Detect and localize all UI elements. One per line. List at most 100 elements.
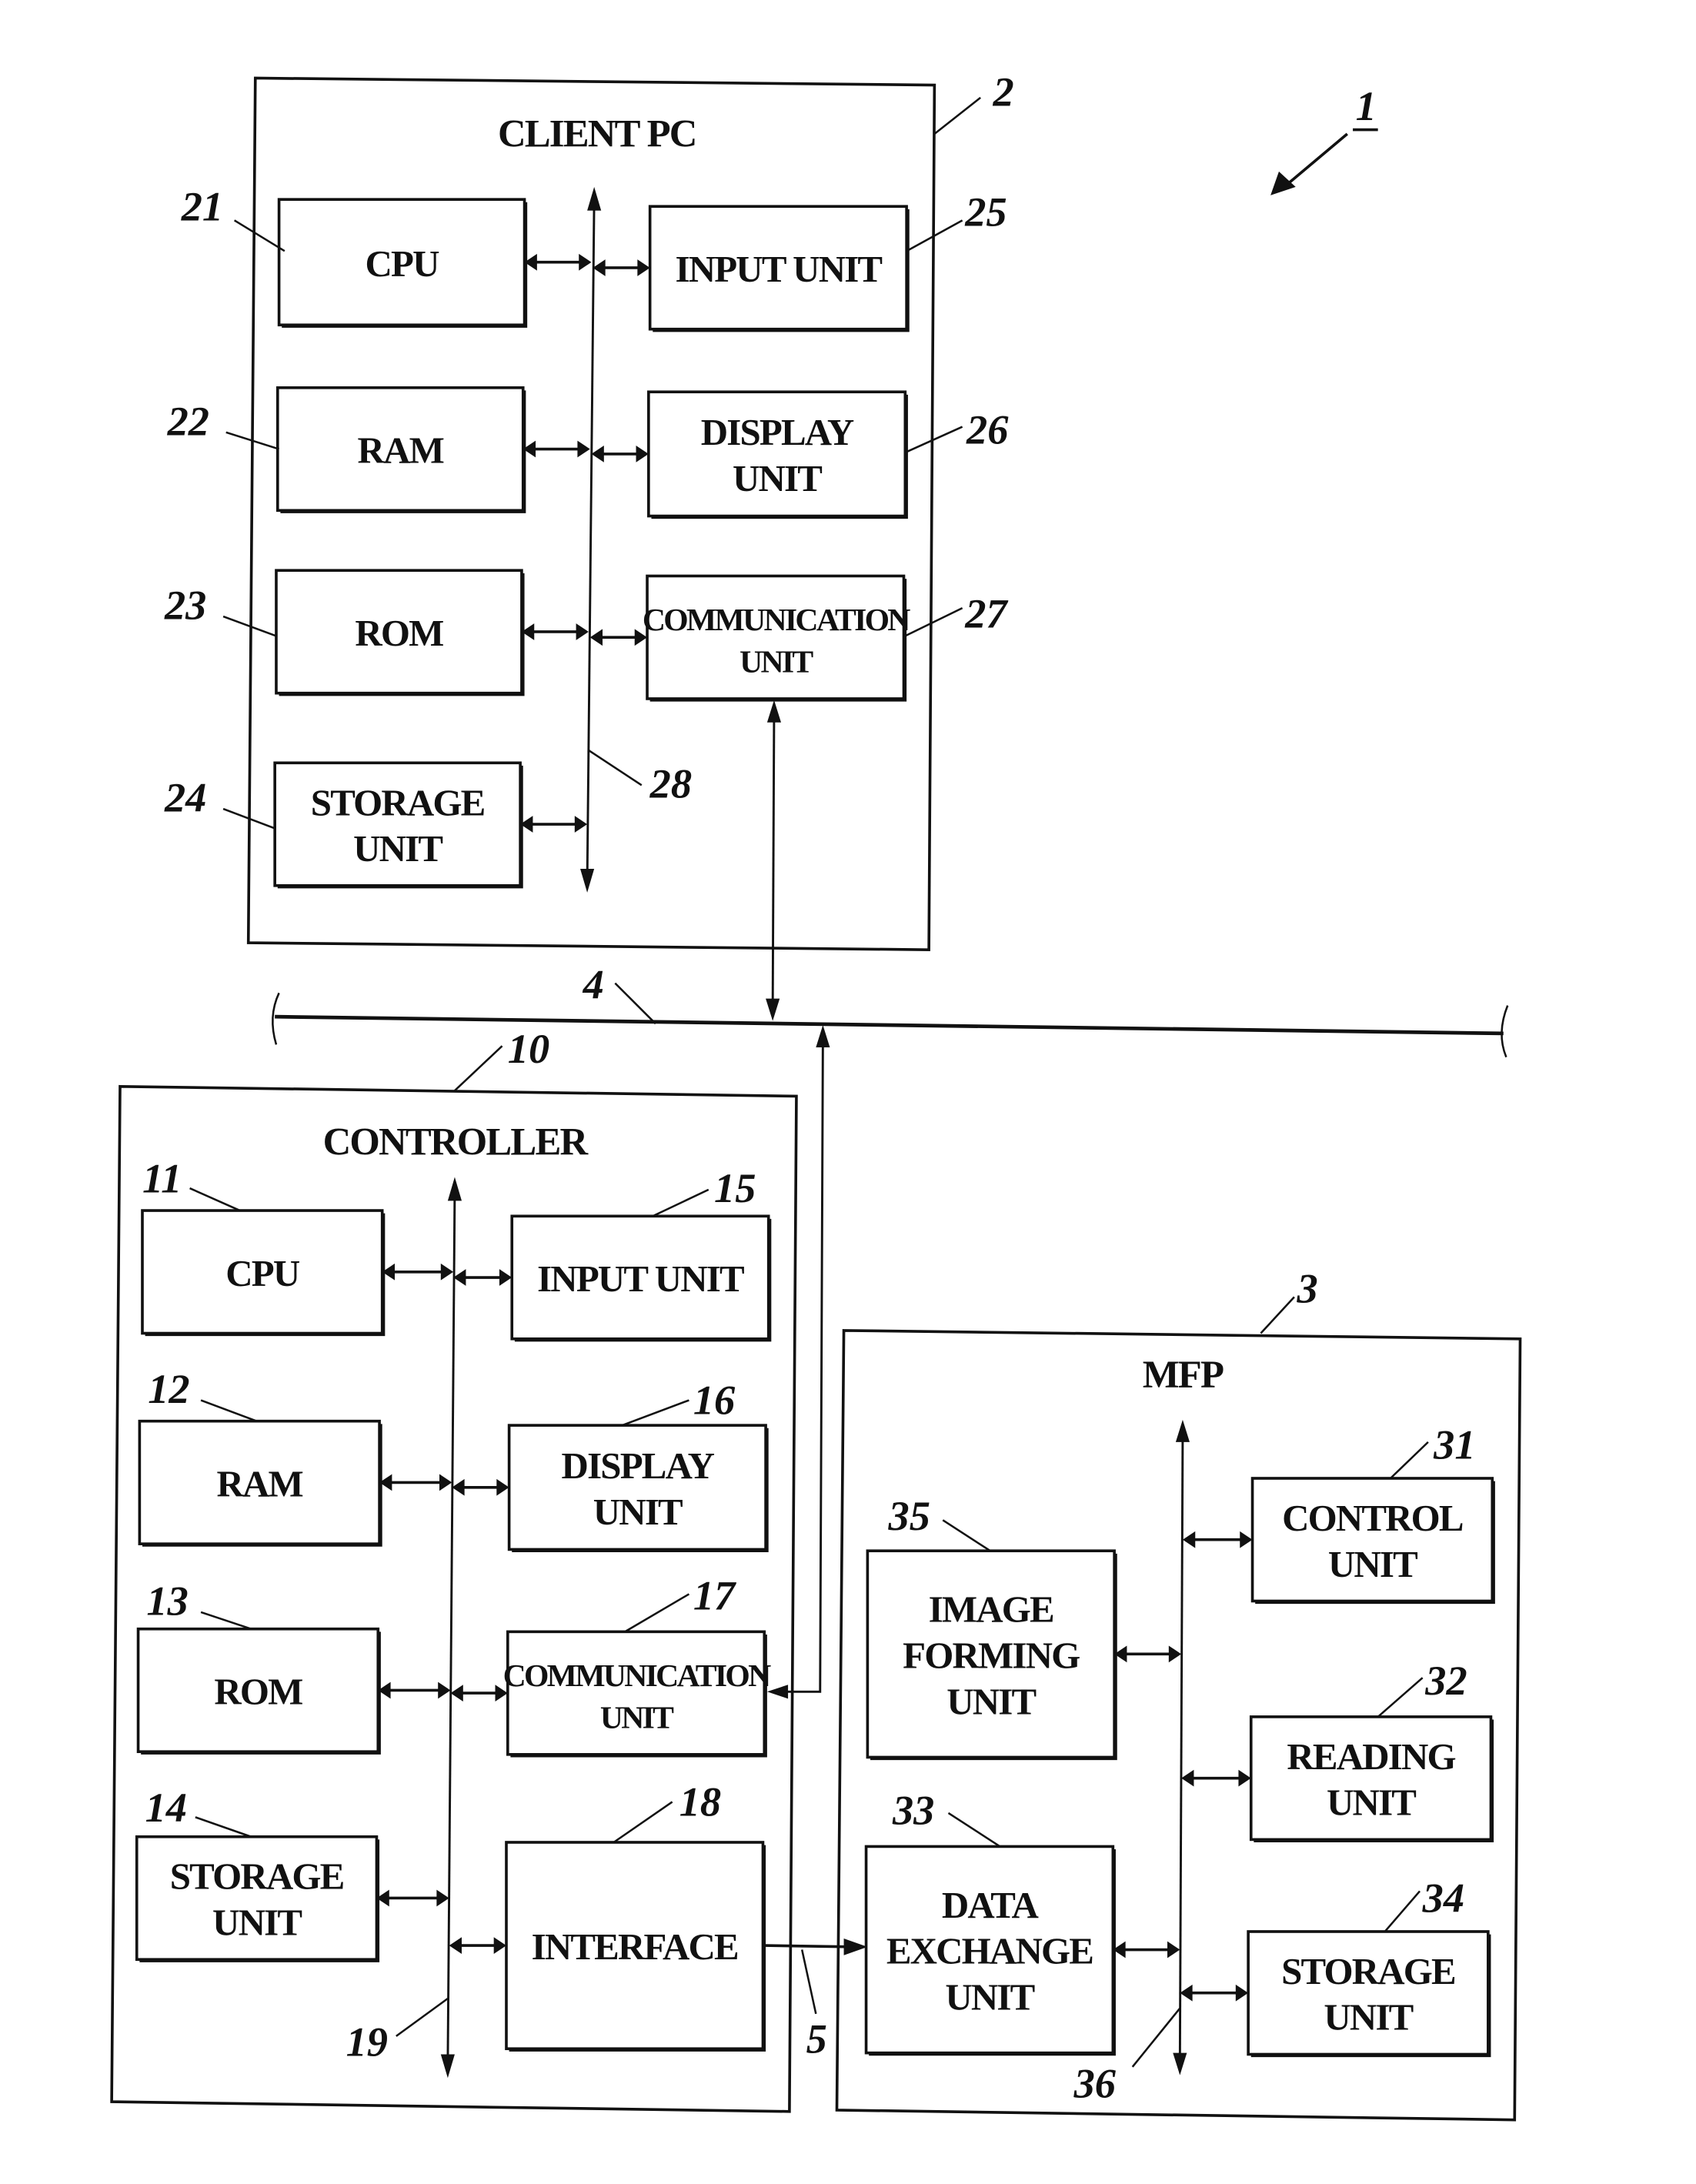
arrow-left-icon bbox=[589, 629, 603, 646]
block-label: STORAGE bbox=[311, 781, 485, 823]
block-label: INTERFACE bbox=[532, 1925, 738, 1968]
block-ref-leader bbox=[200, 1611, 252, 1630]
unit-boxes: CPU21RAM22ROM23STORAGEUNIT24INPUT UNIT25… bbox=[135, 183, 1495, 2058]
bus-arrow-up-icon bbox=[1175, 1419, 1190, 1442]
client-pc-bus-leader bbox=[588, 749, 643, 786]
block-label: ROM bbox=[355, 612, 443, 654]
block-ref: 21 bbox=[181, 183, 223, 229]
mfp-reading-unit-block: READINGUNIT 32 bbox=[1249, 1658, 1494, 1842]
controller-display-unit-block: DISPLAYUNIT 16 bbox=[507, 1378, 769, 1553]
arrow-right-icon bbox=[637, 259, 650, 276]
block-label: DISPLAY bbox=[701, 411, 854, 453]
client-pc-display-unit-block: DISPLAYUNIT 26 bbox=[647, 390, 1009, 519]
arrow-right-icon bbox=[636, 446, 649, 463]
block-ref: 13 bbox=[146, 1578, 188, 1625]
block-ref: 23 bbox=[164, 583, 206, 629]
arrow-left-icon bbox=[1182, 1531, 1196, 1548]
block-label: UNIT bbox=[945, 1975, 1034, 2018]
bus-arrow-down-icon bbox=[1173, 2052, 1187, 2075]
block-ref-leader bbox=[189, 1187, 241, 1212]
block-label: UNIT bbox=[593, 1491, 683, 1533]
arrow-right-icon bbox=[574, 816, 588, 833]
arrow-left-icon bbox=[591, 446, 604, 463]
mfp-bus bbox=[1178, 1433, 1184, 2062]
block-label: COMMUNICATION bbox=[643, 603, 910, 638]
mfp-title: MFP bbox=[1143, 1353, 1224, 1396]
block-label: UNIT bbox=[1328, 1543, 1417, 1585]
block-ref: 22 bbox=[167, 398, 209, 444]
block-ref-leader bbox=[624, 1593, 690, 1633]
block-diagram: CLIENT PC 2 28 4 CONTROLLER 10 19 5 MFP … bbox=[110, 69, 1522, 2122]
arrow-right-icon bbox=[579, 253, 592, 271]
mfp-bus-ref: 36 bbox=[1073, 2061, 1117, 2107]
mfp-leader bbox=[1260, 1296, 1295, 1334]
block-ref-leader bbox=[904, 607, 963, 637]
block-label: READING bbox=[1287, 1735, 1455, 1778]
controller-input-unit-block: INPUT UNIT 15 bbox=[510, 1165, 772, 1342]
client-pc-ram-block: RAM 22 bbox=[167, 386, 526, 513]
block-ref-leader bbox=[942, 1519, 991, 1552]
arrow-right-icon bbox=[1240, 1531, 1253, 1548]
controller-bus-ref: 19 bbox=[346, 2019, 388, 2065]
client-pc-leader bbox=[933, 96, 981, 135]
client-pc-ref: 2 bbox=[992, 69, 1013, 115]
client-pc-bus bbox=[586, 198, 596, 882]
client-pc-cpu-block: CPU 21 bbox=[181, 183, 528, 328]
block-label: UNIT bbox=[1327, 1782, 1416, 1824]
block-ref: 12 bbox=[148, 1366, 189, 1412]
system-ref-group: 1 bbox=[1270, 83, 1378, 195]
arrow-left-icon bbox=[453, 1269, 466, 1286]
block-ref: 11 bbox=[142, 1155, 182, 1201]
block-label: UNIT bbox=[600, 1700, 674, 1735]
block-label: FORMING bbox=[903, 1634, 1080, 1676]
controller-ref: 10 bbox=[508, 1026, 549, 1072]
block-label: CONTROL bbox=[1282, 1497, 1463, 1539]
block-label: STORAGE bbox=[170, 1855, 344, 1898]
block-ref: 24 bbox=[164, 775, 206, 821]
arrow-left-icon bbox=[449, 1937, 462, 1954]
arrow-left-icon bbox=[1180, 1984, 1193, 2002]
arrow-right-icon bbox=[577, 440, 590, 458]
controller-storage-unit-block: STORAGEUNIT 14 bbox=[135, 1785, 380, 1962]
block-label: UNIT bbox=[212, 1902, 302, 1944]
arrow-right-icon bbox=[493, 1937, 506, 1954]
block-label: DISPLAY bbox=[562, 1444, 715, 1487]
link-arrow-up-icon bbox=[766, 700, 782, 723]
client-pc-bus-ref: 28 bbox=[649, 761, 692, 807]
block-ref: 25 bbox=[964, 189, 1007, 235]
controller-cpu-block: CPU 11 bbox=[141, 1155, 386, 1337]
arrow-left-icon bbox=[1181, 1769, 1194, 1787]
block-ref: 27 bbox=[964, 591, 1008, 637]
block-ref: 26 bbox=[966, 406, 1009, 452]
network-leader bbox=[614, 982, 656, 1025]
block-ref: 15 bbox=[714, 1165, 756, 1211]
network-line bbox=[275, 1014, 1504, 1036]
client-pc-rom-block: ROM 23 bbox=[164, 569, 525, 696]
block-ref-leader bbox=[233, 219, 285, 252]
controller-ram-block: RAM 12 bbox=[138, 1366, 382, 1547]
block-ref: 35 bbox=[888, 1493, 930, 1539]
arrow-left-icon bbox=[452, 1478, 465, 1496]
arrow-right-icon bbox=[576, 623, 589, 640]
controller-interface-block: INTERFACE 18 bbox=[505, 1779, 766, 2052]
block-ref: 34 bbox=[1422, 1875, 1464, 1922]
bus-arrow-up-icon bbox=[447, 1177, 462, 1201]
connection-ref: 5 bbox=[806, 2016, 827, 2062]
block-ref: 16 bbox=[693, 1378, 736, 1424]
arrow-right-icon bbox=[439, 1474, 452, 1491]
block-label: RAM bbox=[217, 1463, 303, 1505]
block-ref-leader bbox=[200, 1399, 258, 1422]
link-arrow-right-icon bbox=[843, 1939, 868, 1955]
block-label: CPU bbox=[366, 242, 440, 285]
mfp-control-unit-block: CONTROLUNIT 31 bbox=[1250, 1422, 1495, 1605]
system-ref-arrow-icon bbox=[1270, 171, 1296, 195]
bus-arrow-down-icon bbox=[440, 2054, 455, 2079]
controller-leader bbox=[454, 1045, 503, 1092]
block-ref-leader bbox=[621, 1399, 689, 1427]
block-label: IMAGE bbox=[929, 1588, 1053, 1631]
interface-to-data-exchange-link bbox=[764, 1944, 858, 1949]
block-ref-leader bbox=[652, 1188, 709, 1217]
block-ref: 32 bbox=[1424, 1658, 1467, 1704]
mfp-ref: 3 bbox=[1297, 1266, 1318, 1312]
mfp-image-forming-unit-block: IMAGEFORMINGUNIT 35 bbox=[866, 1493, 1117, 1761]
